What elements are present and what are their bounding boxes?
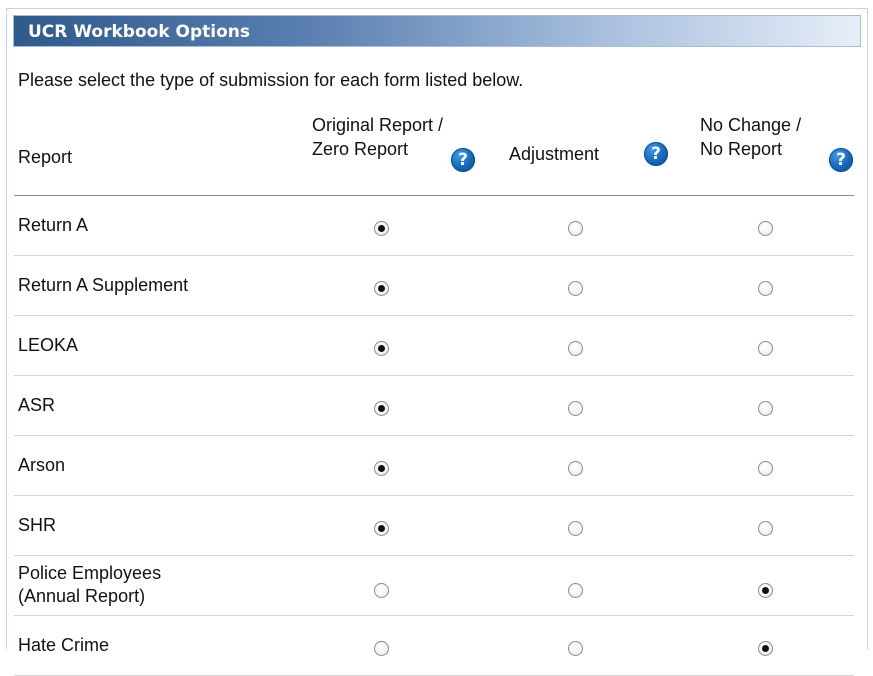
report-name: LEOKA: [18, 335, 79, 355]
report-name: Arson: [18, 455, 66, 475]
help-icon[interactable]: ?: [451, 148, 475, 172]
report-name: Return A Supplement: [18, 275, 189, 295]
radio-adjustment[interactable]: [568, 221, 583, 236]
panel-header: UCR Workbook Options: [13, 15, 861, 47]
radio-no-change[interactable]: [758, 341, 773, 356]
radio-no-change[interactable]: [758, 521, 773, 536]
radio-adjustment[interactable]: [568, 281, 583, 296]
column-header-report: Report: [18, 147, 73, 167]
radio-adjustment[interactable]: [568, 641, 583, 656]
report-name: Police Employees (Annual Report): [18, 562, 161, 608]
table-row: LEOKA: [14, 316, 854, 376]
table-row: Hate Crime: [14, 616, 854, 676]
table-row: Police Employees (Annual Report): [14, 556, 854, 616]
radio-no-change[interactable]: [758, 461, 773, 476]
report-name: ASR: [18, 395, 56, 415]
radio-no-change[interactable]: [758, 401, 773, 416]
table-row: Arson: [14, 436, 854, 496]
column-header-adjustment: Adjustment: [509, 144, 600, 164]
report-name: Return A: [18, 215, 89, 235]
radio-no-change[interactable]: [758, 281, 773, 296]
table-row: Return A: [14, 196, 854, 256]
radio-adjustment[interactable]: [568, 461, 583, 476]
help-icon[interactable]: ?: [644, 142, 668, 166]
column-header-no-change-line1: No Change /: [700, 115, 802, 135]
radio-original-report[interactable]: [374, 461, 389, 476]
table-row: Return A Supplement: [14, 256, 854, 316]
radio-original-report[interactable]: [374, 281, 389, 296]
panel-title: UCR Workbook Options: [28, 22, 251, 42]
radio-adjustment[interactable]: [568, 583, 583, 598]
radio-original-report[interactable]: [374, 401, 389, 416]
radio-original-report[interactable]: [374, 583, 389, 598]
column-header-no-change-line2: No Report: [700, 139, 783, 159]
radio-no-change[interactable]: [758, 583, 773, 598]
radio-original-report[interactable]: [374, 641, 389, 656]
table-row: ASR: [14, 376, 854, 436]
radio-adjustment[interactable]: [568, 401, 583, 416]
radio-adjustment[interactable]: [568, 341, 583, 356]
column-header-original-line2: Zero Report: [312, 139, 409, 159]
column-header-original-line1: Original Report /: [312, 115, 444, 135]
column-header-no-change: No Change / No Report: [700, 113, 801, 161]
help-icon[interactable]: ?: [829, 148, 853, 172]
radio-original-report[interactable]: [374, 521, 389, 536]
instructions-text: Please select the type of submission for…: [18, 70, 524, 90]
radio-original-report[interactable]: [374, 341, 389, 356]
radio-adjustment[interactable]: [568, 521, 583, 536]
table-row: SHR: [14, 496, 854, 556]
radio-no-change[interactable]: [758, 641, 773, 656]
radio-no-change[interactable]: [758, 221, 773, 236]
report-options-table: Return A Return A Supplement LEOKA ASR A…: [14, 196, 854, 676]
column-header-original-report: Original Report / Zero Report: [312, 113, 443, 161]
radio-original-report[interactable]: [374, 221, 389, 236]
report-name: SHR: [18, 515, 57, 535]
report-name-line1: Police Employees: [18, 563, 162, 583]
report-name-line2: (Annual Report): [18, 586, 146, 606]
